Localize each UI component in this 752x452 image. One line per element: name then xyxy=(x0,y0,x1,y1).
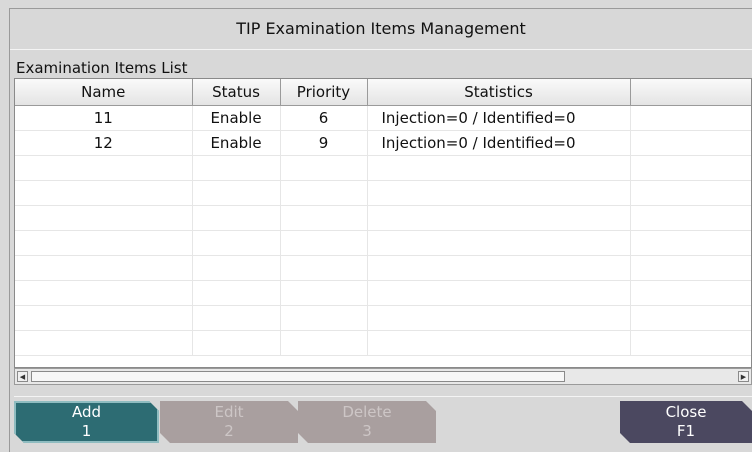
cell-status: Enable xyxy=(192,105,281,131)
list-label: Examination Items List xyxy=(16,59,188,77)
horizontal-scrollbar[interactable]: ◀ ▶ xyxy=(14,368,752,385)
table-row-empty xyxy=(15,230,751,256)
cell-statistics: Injection=0 / Identified=0 xyxy=(367,105,631,131)
close-button-key: F1 xyxy=(676,422,696,440)
table-row-empty xyxy=(15,255,751,281)
table-row-empty xyxy=(15,280,751,306)
column-header-status[interactable]: Status xyxy=(192,79,281,106)
cell-statistics: Injection=0 / Identified=0 xyxy=(367,130,631,156)
delete-button-key: 3 xyxy=(362,422,372,440)
column-header-name[interactable]: Name xyxy=(15,79,193,106)
cell-extra xyxy=(630,105,751,131)
column-header-statistics[interactable]: Statistics xyxy=(367,79,631,106)
table-row-empty xyxy=(15,180,751,206)
edit-button-key: 2 xyxy=(224,422,234,440)
edit-button[interactable]: Edit 2 xyxy=(160,401,298,443)
add-button-label: Add xyxy=(71,403,102,421)
cell-status: Enable xyxy=(192,130,281,156)
cell-name: 11 xyxy=(15,105,193,131)
column-header-extra[interactable] xyxy=(630,79,751,106)
scrollbar-thumb[interactable] xyxy=(31,371,565,382)
scroll-right-arrow-icon[interactable]: ▶ xyxy=(738,371,749,382)
scroll-left-arrow-icon[interactable]: ◀ xyxy=(17,371,28,382)
close-button-label: Close xyxy=(665,403,707,421)
cell-priority: 6 xyxy=(280,105,368,131)
cell-extra xyxy=(630,130,751,156)
cell-name: 12 xyxy=(15,130,193,156)
delete-button-label: Delete xyxy=(342,403,392,421)
add-button[interactable]: Add 1 xyxy=(14,401,159,443)
dialog-title: TIP Examination Items Management xyxy=(10,9,752,50)
table-row-empty xyxy=(15,205,751,231)
examination-items-table[interactable]: Name Status Priority Statistics 11 Enabl… xyxy=(14,78,752,368)
column-header-priority[interactable]: Priority xyxy=(280,79,368,106)
table-header-row: Name Status Priority Statistics xyxy=(15,79,751,106)
close-button[interactable]: Close F1 xyxy=(620,401,752,443)
table-row[interactable]: 12 Enable 9 Injection=0 / Identified=0 xyxy=(15,130,751,156)
button-bar: Add 1 Edit 2 Delete 3 Close F1 xyxy=(14,396,752,445)
delete-button[interactable]: Delete 3 xyxy=(298,401,436,443)
table-row[interactable]: 11 Enable 6 Injection=0 / Identified=0 xyxy=(15,105,751,131)
edit-button-label: Edit xyxy=(214,403,244,421)
cell-priority: 9 xyxy=(280,130,368,156)
add-button-key: 1 xyxy=(81,422,92,440)
table-row-empty xyxy=(15,305,751,331)
table-row-empty xyxy=(15,155,751,181)
table-row-empty xyxy=(15,330,751,356)
